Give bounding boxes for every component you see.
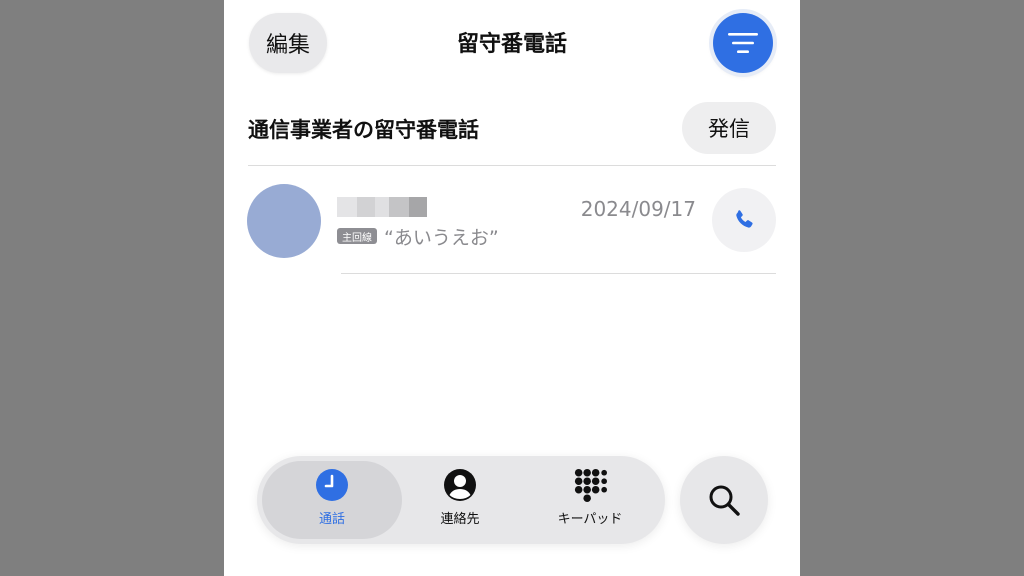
caller-name-redacted bbox=[337, 197, 427, 217]
tab-contacts-label: 連絡先 bbox=[440, 512, 480, 527]
section-title: 通信事業者の留守番電話 bbox=[248, 118, 479, 142]
filter-icon bbox=[728, 33, 758, 53]
tab-bar: 通話 連絡先 キーパッド bbox=[257, 456, 665, 544]
row-divider bbox=[341, 273, 776, 274]
tab-keypad-label: キーパッド bbox=[557, 512, 623, 527]
tab-calls-label: 通話 bbox=[318, 512, 345, 527]
call-button-label: 発信 bbox=[708, 117, 750, 141]
phone-icon bbox=[736, 210, 753, 228]
keypad-icon bbox=[573, 468, 607, 502]
phone-screen: 編集 留守番電話 通信事業者の留守番電話 発信 2024/09/17 主回線 “… bbox=[224, 0, 800, 576]
clock-icon bbox=[315, 468, 349, 502]
line-badge: 主回線 bbox=[337, 228, 377, 244]
tab-keypad[interactable]: キーパッド bbox=[525, 468, 655, 532]
tab-contacts[interactable]: 連絡先 bbox=[395, 468, 525, 532]
search-button[interactable] bbox=[680, 456, 768, 544]
avatar bbox=[247, 184, 321, 258]
filter-button[interactable] bbox=[713, 13, 773, 73]
tab-calls[interactable]: 通話 bbox=[267, 468, 397, 532]
carrier-voicemail-call-button[interactable]: 発信 bbox=[682, 102, 776, 154]
voicemail-date: 2024/09/17 bbox=[580, 197, 696, 221]
voicemail-row[interactable]: 2024/09/17 主回線 “あいうえお” bbox=[224, 166, 800, 274]
transcription-preview: “あいうえお” bbox=[384, 227, 499, 249]
person-circle-icon bbox=[443, 468, 477, 502]
search-icon bbox=[709, 485, 740, 516]
callback-button[interactable] bbox=[712, 188, 776, 252]
